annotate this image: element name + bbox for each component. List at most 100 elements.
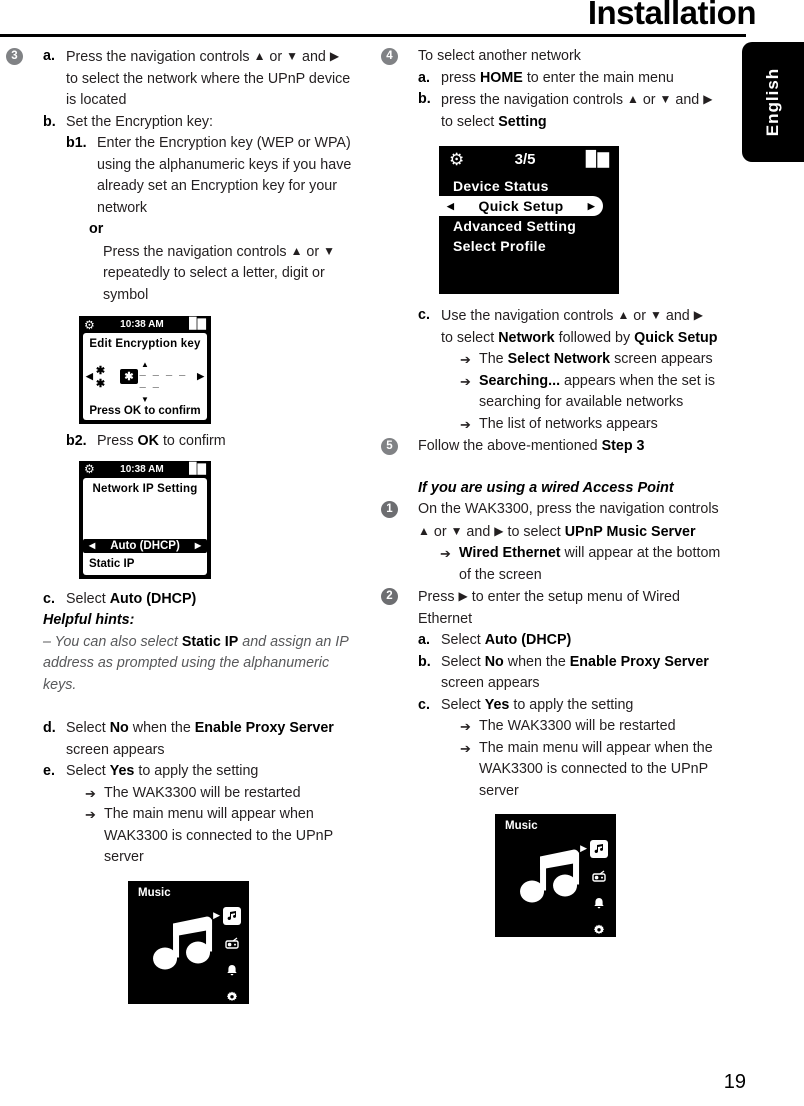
- radio-icon[interactable]: [223, 934, 241, 952]
- item-b-text: Set the Encryption key:: [66, 113, 214, 130]
- music-icon-rail: [590, 840, 608, 939]
- right-column: 4 To select another network a. press HOM…: [381, 46, 733, 937]
- b-and: and: [671, 92, 704, 108]
- arrow-bullet-item: ➔ The WAK3300 will be restarted: [85, 783, 358, 805]
- item-mark-a: a.: [418, 632, 430, 648]
- down-arrow-icon: ▼: [141, 395, 149, 404]
- wired-step-2-text: Press ▶ to enter the setup menu of Wired…: [418, 586, 733, 630]
- lcd-music-main-menu: Music ▶: [128, 880, 249, 1006]
- nav-right-icon: ▶: [693, 308, 703, 322]
- b-bold-no: No: [484, 653, 504, 670]
- e-rest: to apply the setting: [134, 763, 259, 779]
- step-3-item-e: e. Select Yes to apply the setting: [43, 761, 358, 783]
- music-note-icon: [152, 915, 215, 978]
- d-bold-no: No: [109, 720, 129, 736]
- lcd-clock: 10:38 AM: [120, 319, 164, 330]
- nav-down-icon: ▼: [286, 49, 299, 63]
- item-c-text: Select Auto (DHCP): [66, 589, 358, 611]
- gear-icon: ⚙: [449, 149, 465, 169]
- wired-access-point-heading: If you are using a wired Access Point: [418, 479, 674, 496]
- music-note-icon[interactable]: [590, 840, 608, 858]
- item-mark-d: d.: [43, 720, 56, 736]
- lcd-option-list: ◀ Auto (DHCP) ▶ Static IP: [83, 538, 207, 571]
- page-number: 19: [723, 1071, 746, 1093]
- settings-gear-icon[interactable]: [590, 921, 608, 939]
- w2-lead: Press: [418, 589, 459, 605]
- signal-icon: ▉▇: [189, 318, 206, 330]
- step-number-5: 5: [381, 438, 398, 455]
- c-bold-network: Network: [498, 329, 555, 346]
- c-lead: Use the navigation controls: [441, 308, 618, 324]
- item-e-text: Select Yes to apply the setting: [66, 761, 358, 783]
- arrow-text: The main menu will appear when the WAK33…: [479, 739, 713, 799]
- step-3-e-arrows: ➔ The WAK3300 will be restarted ➔ The ma…: [43, 783, 358, 869]
- b-lead: Select: [441, 653, 485, 670]
- lcd-option-auto-dhcp[interactable]: ◀ Auto (DHCP) ▶: [83, 538, 207, 553]
- lcd-option-device-status[interactable]: Device Status: [439, 176, 619, 196]
- step-5: 5 Follow the above-mentioned Step 3: [381, 436, 733, 458]
- e-bold-yes: Yes: [109, 763, 135, 779]
- lcd-option-static-ip[interactable]: Static IP: [83, 557, 207, 571]
- or-text-lead: Press the navigation controls: [103, 243, 291, 260]
- c-bold-quick-setup: Quick Setup: [634, 329, 718, 346]
- lcd-settings-list: Device Status ◀ Quick Setup ▶ Advanced S…: [439, 173, 619, 256]
- item-b-text: Select No when the Enable Proxy Server s…: [441, 652, 733, 695]
- arrow-bullet-item: ➔ The main menu will appear when WAK3300…: [85, 804, 358, 869]
- step-4-item-a: a. press HOME to enter the main menu: [418, 68, 733, 90]
- alarm-bell-icon[interactable]: [223, 961, 241, 979]
- step-5-text: Follow the above-mentioned Step 3: [418, 436, 733, 458]
- lcd-option-quick-setup[interactable]: ◀ Quick Setup ▶: [439, 196, 603, 216]
- alarm-bell-icon[interactable]: [590, 894, 608, 912]
- arrow-text: The WAK3300 will be restarted: [479, 718, 676, 734]
- step-3-item-b1: b1. Enter the Encryption key (WEP or WPA…: [43, 133, 358, 219]
- c-lead: Select: [66, 590, 110, 607]
- arrow-bullet-item: ➔ The WAK3300 will be restarted: [460, 716, 733, 738]
- arrow-bold: Searching...: [479, 372, 561, 389]
- b2-lead: Press: [97, 433, 138, 449]
- step-4-heading: To select another network: [418, 48, 581, 64]
- step-3-item-d: d. Select No when the Enable Proxy Serve…: [43, 718, 358, 761]
- arrow-bullet-item: ➔ The Select Network screen appears: [460, 349, 733, 371]
- arrow-right-icon: ➔: [460, 352, 471, 367]
- step-5-lead: Follow the above-mentioned: [418, 438, 602, 454]
- nav-down-icon: ▼: [323, 243, 336, 258]
- step-5-bold: Step 3: [601, 438, 645, 454]
- w1-or: or: [429, 523, 451, 540]
- w1-bold-upnp: UPnP Music Server: [564, 523, 696, 540]
- radio-icon[interactable]: [590, 867, 608, 885]
- arrow-rest: screen appears: [610, 351, 713, 367]
- w1-select: to select: [503, 523, 565, 540]
- step-4-item-b: b. press the navigation controls ▲ or ▼ …: [418, 89, 733, 133]
- c-lead: Select: [441, 696, 485, 713]
- language-tab-label: English: [763, 67, 782, 137]
- arrow-right-icon: ➔: [460, 373, 471, 389]
- lcd-option-advanced-setting[interactable]: Advanced Setting: [439, 216, 619, 236]
- arrow-text: Searching... appears when the set is sea…: [479, 371, 733, 414]
- item-c-text: Select Yes to apply the setting: [441, 695, 733, 717]
- arrow-bold: Select Network: [507, 351, 611, 367]
- hint-bold: Static IP: [181, 633, 239, 650]
- nav-up-icon: ▲: [253, 49, 266, 63]
- item-mark-b1: b1.: [66, 135, 87, 151]
- step-number-4: 4: [381, 48, 398, 65]
- lcd-status-bar: ⚙ 10:38 AM ▉▇: [79, 461, 211, 478]
- arrow-bullet-item: ➔ The main menu will appear when the WAK…: [460, 738, 733, 803]
- or-mid: or: [302, 243, 324, 260]
- hint-lead: – You can also select: [43, 633, 182, 650]
- arrow-text: The list of networks appears: [479, 415, 658, 432]
- nav-up-icon: ▲: [290, 243, 303, 258]
- a-or: or: [265, 49, 287, 65]
- music-screen-label: Music: [138, 886, 171, 899]
- music-note-icon[interactable]: [223, 906, 241, 925]
- item-mark-b: b.: [43, 113, 56, 130]
- lcd-option-select-profile[interactable]: Select Profile: [439, 236, 619, 256]
- b-or: or: [638, 92, 660, 108]
- w1-lead: On the WAK3300, press the navigation con…: [418, 501, 719, 517]
- nav-right-icon: ▶: [329, 49, 340, 63]
- settings-gear-icon[interactable]: [223, 988, 241, 1006]
- item-mark-c: c.: [418, 696, 430, 713]
- wired-step-1-text: On the WAK3300, press the navigation con…: [418, 499, 733, 543]
- right-caret-icon: ▶: [194, 541, 201, 550]
- arrow-text: The main menu will appear when WAK3300 i…: [104, 806, 333, 865]
- step-3: 3 a. Press the navigation controls ▲ or …: [6, 46, 358, 1004]
